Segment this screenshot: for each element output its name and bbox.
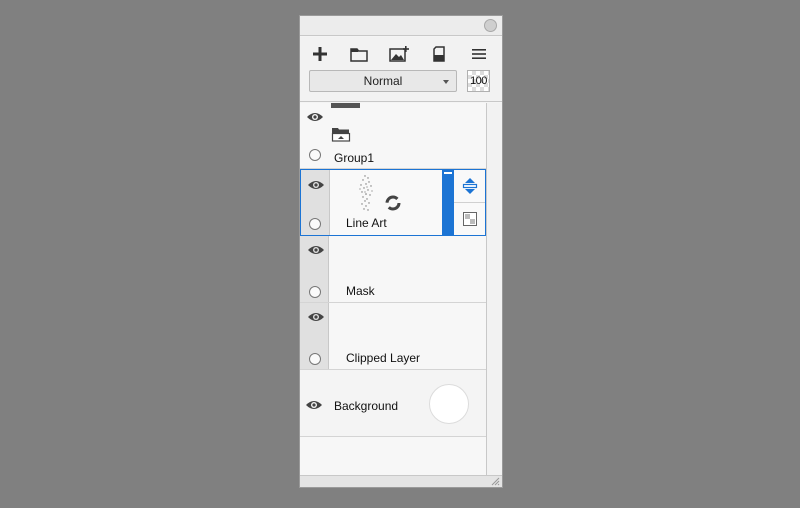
layers-panel: Normal 100 Group1 Line Art Mask Clipped … [299,15,503,488]
opacity-field[interactable]: 100 [467,70,490,92]
layer-selection-bar[interactable] [442,170,454,235]
layer-name: Background [334,399,399,413]
layer-item-background[interactable]: Background [300,370,486,437]
layer-name: Mask [346,284,375,298]
line-art-thumbnail [359,175,373,211]
eye-icon[interactable] [307,244,325,256]
layer-toolbar: Normal 100 [300,37,502,102]
opacity-value: 100 [470,75,487,87]
transparency-lock-button[interactable] [454,203,485,235]
layer-list: Group1 Line Art Mask Clipped Layer Backg… [300,103,486,475]
blend-mode-select[interactable]: Normal [309,70,457,92]
menu-icon[interactable] [468,44,490,64]
panel-titlebar[interactable] [300,16,502,36]
sync-icon[interactable] [384,194,402,212]
drag-handle[interactable] [443,171,453,175]
layer-name: Clipped Layer [346,351,421,365]
chevron-down-icon [443,80,449,84]
add-image-icon[interactable] [388,44,410,64]
resize-grip-icon[interactable] [491,477,500,486]
layer-item-clipped-layer[interactable]: Clipped Layer [300,303,486,370]
layer-name: Line Art [346,216,387,230]
layer-select-radio[interactable] [309,353,321,365]
layer-item-group1[interactable]: Group1 [300,103,486,169]
layer-select-radio[interactable] [309,286,321,298]
move-up-down-icon [462,178,477,194]
add-layer-icon[interactable] [309,44,331,64]
layer-item-line-art[interactable]: Line Art [300,169,486,236]
eye-icon[interactable] [306,111,324,123]
layer-move-button[interactable] [454,170,485,203]
eye-icon[interactable] [307,179,325,191]
eye-icon[interactable] [307,311,325,323]
scrollbar[interactable] [486,103,502,475]
layer-select-radio[interactable] [309,149,321,161]
eraser-icon[interactable] [428,44,450,64]
blend-mode-value: Normal [363,74,403,88]
layer-select-radio[interactable] [309,218,321,230]
close-button[interactable] [484,19,497,32]
folder-tab-marker [331,103,360,108]
folder-icon [331,128,351,142]
background-color-swatch[interactable] [429,384,469,424]
layer-name: Group1 [334,151,375,165]
eye-icon[interactable] [305,399,323,411]
new-folder-icon[interactable] [348,44,370,64]
checker-icon [462,212,477,226]
panel-bottom-bar [300,475,502,487]
layer-item-mask[interactable]: Mask [300,236,486,303]
